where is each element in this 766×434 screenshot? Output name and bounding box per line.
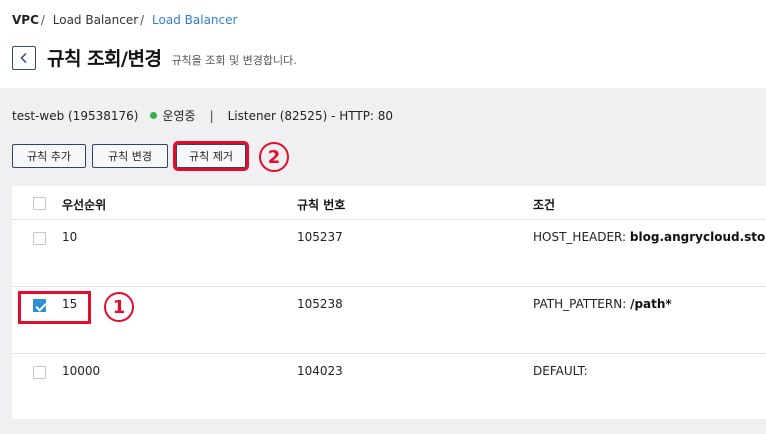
- priority-cell: 10: [62, 230, 78, 244]
- remove-rule-button[interactable]: 규칙 제거: [173, 141, 249, 171]
- title-row: 규칙 조회/변경 규칙을 조회 및 변경합니다.: [12, 44, 297, 71]
- info-divider: |: [209, 108, 214, 123]
- condition-key: PATH_PATTERN:: [533, 297, 627, 311]
- page-description: 규칙을 조회 및 변경합니다.: [171, 53, 297, 67]
- condition-cell: PATH_PATTERN: /path*: [533, 297, 672, 311]
- status-dot-icon: [150, 112, 158, 119]
- condition-cell: HOST_HEADER: blog.angrycloud.store: [533, 230, 766, 244]
- col-rule-number: 규칙 번호: [297, 198, 346, 212]
- step-1-label: 1: [112, 296, 126, 318]
- rule-number-cell: 104023: [297, 364, 343, 378]
- lb-info: test-web (19538176) 운영중 | Listener (8252…: [12, 107, 393, 124]
- content-panel: test-web (19538176) 운영중 | Listener (8252…: [0, 88, 766, 434]
- row-highlight: [18, 291, 91, 324]
- back-button[interactable]: [12, 45, 36, 70]
- col-condition: 조건: [533, 198, 556, 212]
- breadcrumb-vpc[interactable]: VPC: [12, 13, 39, 27]
- priority-cell: 15: [62, 297, 78, 311]
- chevron-left-icon: [20, 52, 27, 63]
- rule-number-cell: 105238: [297, 297, 343, 311]
- breadcrumb-load-balancer[interactable]: Load Balancer: [53, 13, 138, 27]
- select-all-checkbox[interactable]: [33, 197, 46, 210]
- breadcrumb-current[interactable]: Load Balancer: [152, 13, 237, 27]
- condition-cell: DEFAULT:: [533, 364, 588, 378]
- breadcrumb: VPC / Load Balancer / Load Balancer: [12, 13, 237, 27]
- step-1-badge: 1: [104, 292, 134, 322]
- step-2-badge: 2: [259, 142, 289, 172]
- condition-value: /path*: [630, 297, 672, 311]
- step-2-label: 2: [267, 146, 281, 168]
- row-checkbox[interactable]: [33, 232, 46, 245]
- listener-info: Listener (82525) - HTTP: 80: [227, 108, 394, 123]
- page-title: 규칙 조회/변경: [47, 48, 162, 70]
- rule-number-cell: 105237: [297, 230, 343, 244]
- priority-cell: 10000: [62, 364, 101, 378]
- table-row[interactable]: 15 1 105238 PATH_PATTERN: /path*: [12, 287, 766, 354]
- condition-key: HOST_HEADER:: [533, 230, 627, 244]
- change-rule-button[interactable]: 규칙 변경: [92, 144, 168, 168]
- lb-name: test-web (19538176): [12, 108, 139, 123]
- row-checkbox-checked[interactable]: [33, 299, 46, 312]
- condition-key: DEFAULT:: [533, 364, 588, 378]
- lb-status: 운영중: [162, 109, 196, 123]
- breadcrumb-separator: /: [140, 13, 145, 27]
- condition-value: blog.angrycloud.store: [629, 230, 766, 244]
- breadcrumb-separator: /: [40, 13, 45, 27]
- row-checkbox[interactable]: [33, 366, 46, 379]
- rules-table: 우선순위 규칙 번호 조건 10 105237 HOST_HEADER: blo…: [12, 186, 766, 419]
- col-priority: 우선순위: [62, 198, 107, 212]
- add-rule-button[interactable]: 규칙 추가: [12, 144, 86, 168]
- rule-toolbar: 규칙 추가 규칙 변경 규칙 제거: [12, 141, 252, 171]
- table-row[interactable]: 10000 104023 DEFAULT:: [12, 354, 766, 420]
- table-header: 우선순위 규칙 번호 조건: [12, 186, 766, 220]
- table-row[interactable]: 10 105237 HOST_HEADER: blog.angrycloud.s…: [12, 220, 766, 287]
